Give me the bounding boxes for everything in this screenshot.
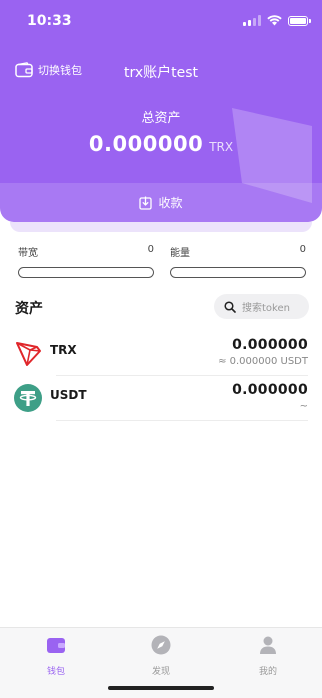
search-icon <box>224 300 236 313</box>
tron-icon <box>16 342 41 366</box>
header-card: 10:33 切换钱包 trx账户test 总资产 0.000000 TRX 收款 <box>0 0 322 222</box>
wifi-icon <box>267 15 282 26</box>
status-icons <box>243 15 311 26</box>
cellular-signal-icon <box>243 15 261 26</box>
receive-label: 收款 <box>158 196 183 210</box>
receive-icon <box>139 196 153 210</box>
token-balance: 0.000000 <box>232 337 308 353</box>
token-row-usdt[interactable]: USDT 0.000000 ~ <box>0 376 322 420</box>
token-row-trx[interactable]: TRX 0.000000 ≈ 0.000000 USDT <box>0 331 322 375</box>
energy-label: 能量 <box>170 248 190 259</box>
tab-wallet-label: 钱包 <box>46 667 65 677</box>
bandwidth-label: 带宽 <box>18 248 38 259</box>
energy-value: 0 <box>299 244 306 255</box>
status-time: 10:33 <box>27 13 72 29</box>
energy-resource: 能量 0 <box>170 244 306 278</box>
token-balance: 0.000000 <box>232 382 308 398</box>
compass-icon <box>151 635 171 655</box>
bandwidth-progress-bar <box>18 267 154 278</box>
tether-icon <box>14 384 42 412</box>
header-shadow <box>10 222 312 232</box>
bandwidth-value: 0 <box>147 244 154 255</box>
token-symbol: TRX <box>50 343 77 357</box>
battery-icon <box>288 15 311 26</box>
wallet-icon <box>47 638 65 653</box>
status-bar: 10:33 <box>0 0 322 44</box>
tab-discover[interactable]: 发现 <box>136 634 186 677</box>
energy-progress-bar <box>170 267 306 278</box>
token-fiat-value: ~ <box>299 401 308 412</box>
total-assets-amount: 0.000000 TRX <box>0 132 322 156</box>
tab-wallet[interactable]: 钱包 <box>31 634 81 677</box>
bandwidth-resource: 带宽 0 <box>18 244 154 278</box>
token-fiat-value: ≈ 0.000000 USDT <box>218 356 308 367</box>
tab-mine-label: 我的 <box>258 667 277 677</box>
tab-discover-label: 发现 <box>151 667 170 677</box>
tab-mine[interactable]: 我的 <box>243 634 293 677</box>
wallet-name: trx账户test <box>123 65 199 81</box>
home-indicator <box>108 686 214 690</box>
assets-title: 资产 <box>15 301 43 317</box>
token-symbol: USDT <box>50 388 87 402</box>
receive-button[interactable]: 收款 <box>0 183 322 222</box>
search-placeholder: 搜索token <box>242 303 290 314</box>
total-assets-value: 0.000000 <box>88 132 204 156</box>
nav-row: 切换钱包 trx账户test <box>0 56 322 88</box>
user-icon <box>260 636 276 654</box>
total-assets-unit: TRX <box>209 140 234 154</box>
total-assets-label: 总资产 <box>141 111 181 126</box>
token-search-input[interactable]: 搜索token <box>214 294 309 319</box>
row-divider <box>56 420 308 421</box>
